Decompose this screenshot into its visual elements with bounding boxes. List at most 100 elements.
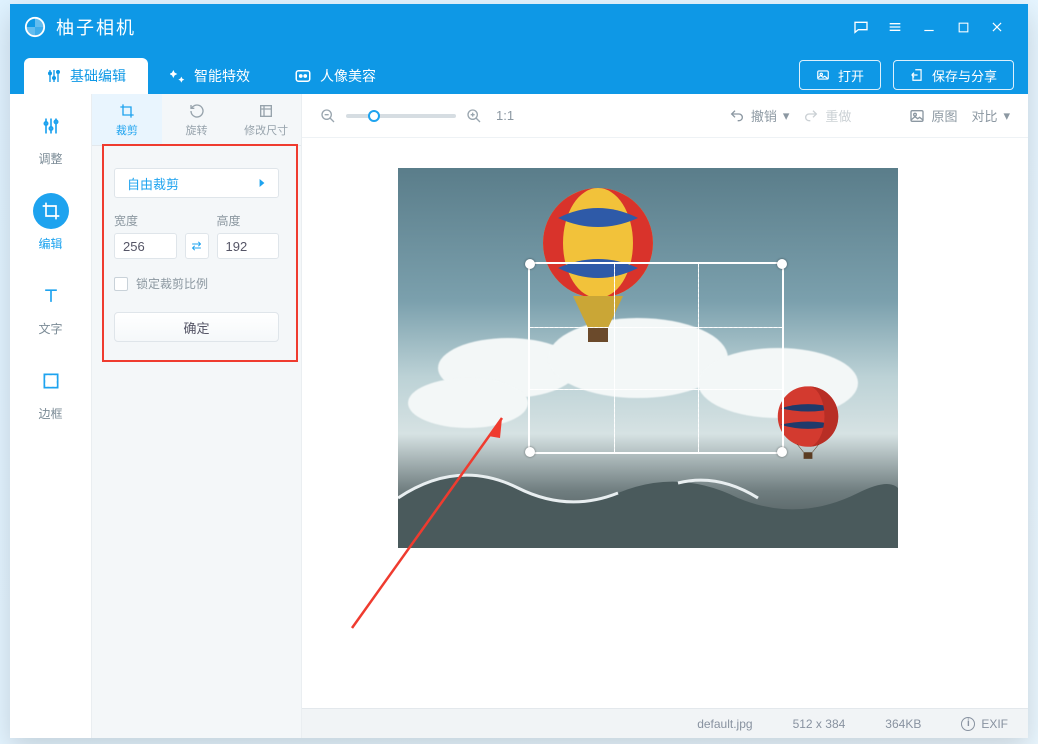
titlebar: 柚子相机	[10, 4, 1028, 50]
chevron-down-icon: ▾	[1003, 108, 1010, 124]
image-icon	[909, 108, 925, 124]
zoom-out-button[interactable]	[320, 108, 336, 124]
lock-ratio-label: 锁定裁剪比例	[136, 275, 208, 292]
crop-icon	[119, 102, 135, 120]
feedback-button[interactable]	[844, 12, 878, 42]
status-dimensions: 512 x 384	[793, 717, 846, 731]
export-icon	[910, 68, 924, 82]
app-title: 柚子相机	[56, 14, 136, 40]
confirm-label: 确定	[183, 318, 209, 337]
sidebar-item-text[interactable]: 文字	[24, 278, 78, 337]
canvas-area: 1:1 撤销 ▾ 重做 原图 对比 ▾	[302, 94, 1028, 738]
undo-button[interactable]: 撤销 ▾	[729, 106, 790, 125]
status-size: 364KB	[885, 717, 921, 731]
minimize-button[interactable]	[912, 12, 946, 42]
sidebar-item-label: 文字	[38, 320, 62, 337]
original-button[interactable]: 原图	[909, 106, 957, 125]
original-label: 原图	[931, 106, 957, 125]
tooltab-label: 旋转	[186, 122, 208, 138]
tab-label: 智能特效	[194, 66, 250, 86]
crop-handle[interactable]	[525, 447, 535, 457]
app-logo-icon	[24, 16, 46, 38]
sidebar-item-label: 编辑	[38, 235, 62, 252]
save-share-button[interactable]: 保存与分享	[893, 60, 1014, 90]
zoom-in-button[interactable]	[466, 108, 482, 124]
checkbox-icon	[114, 277, 128, 291]
tooltab-label: 修改尺寸	[244, 122, 288, 138]
chevron-right-icon	[258, 178, 266, 188]
width-label: 宽度	[114, 212, 177, 229]
menu-button[interactable]	[878, 12, 912, 42]
redo-label: 重做	[825, 106, 851, 125]
app-window: 柚子相机 基础编辑 智能特效 人像美容 打开 保存与分享	[10, 4, 1028, 738]
exif-button[interactable]: i EXIF	[961, 717, 1008, 731]
width-input[interactable]	[114, 233, 177, 259]
text-icon	[33, 278, 69, 314]
body: 调整 编辑 文字 边框 裁剪	[10, 94, 1028, 738]
open-button[interactable]: 打开	[799, 60, 881, 90]
crop-handle[interactable]	[777, 447, 787, 457]
tool-column: 裁剪 旋转 修改尺寸 自由裁剪 宽度	[92, 94, 302, 738]
compare-button[interactable]: 对比 ▾	[971, 106, 1010, 125]
tab-smart-effects[interactable]: 智能特效	[148, 58, 272, 94]
undo-icon	[729, 108, 745, 124]
zoom-slider-knob[interactable]	[368, 110, 380, 122]
zoom-actual-button[interactable]: 1:1	[496, 108, 514, 123]
maximize-button[interactable]	[946, 12, 980, 42]
open-icon	[816, 68, 830, 82]
height-label: 高度	[217, 212, 280, 229]
swap-icon: ⇄	[191, 239, 201, 253]
redo-icon	[803, 108, 819, 124]
save-label: 保存与分享	[932, 66, 997, 85]
tooltab-rotate[interactable]: 旋转	[162, 94, 232, 145]
exif-label: EXIF	[981, 717, 1008, 731]
tab-label: 人像美容	[320, 66, 376, 86]
sidebar-item-label: 调整	[38, 150, 62, 167]
zoom-slider[interactable]	[346, 114, 456, 118]
sliders-icon	[46, 68, 62, 84]
sidebar-item-adjust[interactable]: 调整	[24, 108, 78, 167]
confirm-button[interactable]: 确定	[114, 312, 279, 342]
stage	[302, 138, 1028, 708]
crop-panel: 自由裁剪 宽度 ⇄ 高度	[102, 156, 291, 358]
close-button[interactable]	[980, 12, 1014, 42]
zoom-control	[320, 108, 482, 124]
sidebar-item-label: 边框	[38, 405, 62, 422]
tab-basic-edit[interactable]: 基础编辑	[24, 58, 148, 94]
open-label: 打开	[838, 66, 864, 85]
lock-ratio-checkbox[interactable]: 锁定裁剪比例	[114, 275, 279, 292]
status-filename: default.jpg	[697, 717, 752, 731]
face-icon	[294, 67, 312, 85]
tooltab-crop[interactable]: 裁剪	[92, 94, 162, 145]
redo-button[interactable]: 重做	[803, 106, 851, 125]
chevron-down-icon: ▾	[783, 108, 790, 124]
statusbar: default.jpg 512 x 384 364KB i EXIF	[302, 708, 1028, 738]
info-icon: i	[961, 717, 975, 731]
crop-handle[interactable]	[777, 259, 787, 269]
balloon-decor	[775, 386, 841, 480]
crop-mode-label: 自由裁剪	[127, 174, 179, 193]
tooltab-resize[interactable]: 修改尺寸	[231, 94, 301, 145]
sliders-v-icon	[33, 108, 69, 144]
compare-label: 对比	[971, 106, 997, 125]
frame-icon	[33, 363, 69, 399]
crop-selection[interactable]	[528, 262, 784, 454]
sidebar-item-edit[interactable]: 编辑	[24, 193, 78, 252]
crop-mode-dropdown[interactable]: 自由裁剪	[114, 168, 279, 198]
height-input[interactable]	[217, 233, 280, 259]
sidebar-item-frame[interactable]: 边框	[24, 363, 78, 422]
rotate-icon	[189, 102, 205, 120]
crop-handle[interactable]	[525, 259, 535, 269]
tab-portrait-beauty[interactable]: 人像美容	[272, 58, 398, 94]
crop-icon	[33, 193, 69, 229]
canvas-toolbar: 1:1 撤销 ▾ 重做 原图 对比 ▾	[302, 94, 1028, 138]
menubar: 基础编辑 智能特效 人像美容 打开 保存与分享	[10, 50, 1028, 94]
undo-label: 撤销	[751, 106, 777, 125]
image-preview[interactable]	[398, 168, 898, 548]
resize-icon	[258, 102, 274, 120]
tab-label: 基础编辑	[70, 66, 126, 86]
sparkle-icon	[170, 68, 186, 84]
tool-tabs: 裁剪 旋转 修改尺寸	[92, 94, 301, 146]
swap-dimensions-button[interactable]: ⇄	[185, 233, 209, 259]
tooltab-label: 裁剪	[116, 122, 138, 138]
